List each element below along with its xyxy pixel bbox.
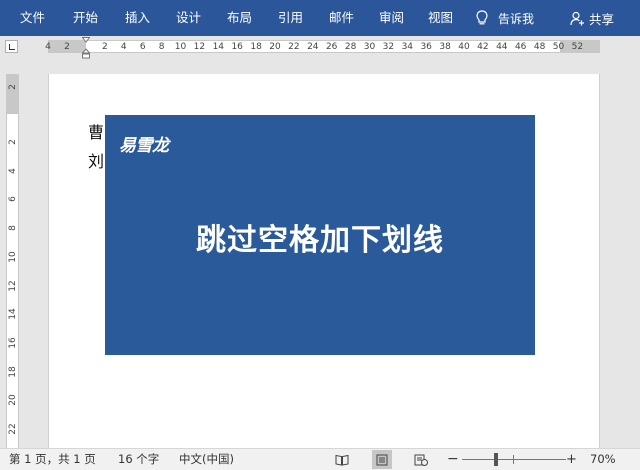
ruler-tick-label: 18 [8, 365, 18, 378]
ruler-tick-label: 38 [439, 42, 451, 52]
ruler-tick-label: 4 [45, 42, 51, 52]
tab-design[interactable]: 设计 [176, 0, 201, 36]
ruler-tick-label: 44 [496, 42, 508, 52]
word-count[interactable]: 16 个字 [118, 449, 159, 470]
ruler-tick-label: 34 [401, 42, 414, 52]
brand-logo: 易雪龙 [119, 136, 169, 156]
zoom-out-button[interactable]: − [447, 449, 459, 470]
ruler-tick-label: 16 [231, 42, 243, 52]
title-banner: 易雪龙 跳过空格加下划线 [105, 115, 535, 355]
ruler-tick-label: 2 [8, 139, 18, 145]
tab-references[interactable]: 引用 [278, 0, 303, 36]
language-indicator[interactable]: 中文(中国) [179, 449, 234, 470]
ruler-tick-label: 28 [344, 42, 357, 52]
zoom-slider[interactable] [462, 459, 566, 460]
ruler-tick-label: 10 [174, 42, 187, 52]
ruler-tick-label: 20 [269, 42, 281, 52]
tab-stop-selector[interactable] [5, 40, 18, 53]
ruler-tick-label: 2 [8, 84, 18, 90]
ruler-tick-label: 30 [363, 42, 376, 52]
web-layout-icon [414, 454, 428, 466]
ruler-tick-label: 52 [571, 42, 584, 52]
page-count[interactable]: 第 1 页，共 1 页 [9, 449, 96, 470]
tab-insert[interactable]: 插入 [125, 0, 150, 36]
ruler-tick-label: 6 [8, 196, 18, 203]
ruler-tick-label: 16 [8, 337, 18, 349]
tab-file[interactable]: 文件 [20, 0, 45, 36]
tell-me-box[interactable]: 告诉我 [476, 0, 534, 36]
ruler-tick-label: 46 [514, 42, 527, 52]
ruler-tick-label: 50 [552, 42, 565, 52]
ruler-tick-label: 10 [8, 251, 18, 263]
print-layout-button[interactable] [372, 450, 392, 469]
ruler-tick-label: 26 [325, 42, 338, 52]
ruler-tick-label: 24 [307, 42, 319, 52]
ruler-tick-label: 4 [8, 167, 18, 174]
ruler-tick-label: 36 [420, 42, 432, 52]
tab-review[interactable]: 审阅 [379, 0, 404, 36]
tab-home[interactable]: 开始 [73, 0, 98, 36]
ruler-tick-label: 12 [8, 279, 18, 292]
ruler-tick-label: 32 [382, 42, 395, 52]
tell-me-label: 告诉我 [498, 11, 535, 26]
banner-headline: 跳过空格加下划线 [196, 223, 444, 258]
document-text-line[interactable]: 曹 [88, 119, 104, 143]
read-mode-button[interactable] [332, 450, 352, 469]
document-text-line[interactable]: 刘 [88, 148, 104, 172]
ruler-tick-label: 40 [458, 42, 470, 52]
ruler-tick-label: 12 [193, 42, 206, 52]
ruler-tick-label: 48 [533, 42, 546, 52]
ruler-tick-label: 22 [8, 423, 18, 435]
ruler-tick-label: 22 [288, 42, 300, 52]
ruler-tick-label: 20 [8, 394, 18, 407]
share-button[interactable]: 共享 [570, 0, 614, 36]
person-add-icon [570, 11, 584, 25]
zoom-level[interactable]: 70% [590, 449, 616, 470]
lightbulb-icon [476, 10, 488, 25]
ruler-tick-label: 2 [64, 42, 70, 52]
ruler-tick-label: 8 [8, 225, 18, 231]
ruler-tick-label: 6 [139, 42, 146, 52]
indent-marker[interactable] [82, 37, 90, 59]
ruler-tick-label: 42 [477, 42, 489, 52]
ruler-tick-label: 4 [120, 42, 127, 52]
ruler-tick-label: 18 [250, 42, 262, 52]
tab-mailings[interactable]: 邮件 [329, 0, 354, 36]
ribbon-tabs-bar: 文件 开始 插入 设计 布局 引用 邮件 审阅 视图 告诉我 共享 [0, 0, 640, 36]
ruler-tick-label: 14 [212, 42, 225, 52]
ruler-tick-label: 14 [8, 308, 18, 320]
ruler-tick-label: 8 [158, 42, 165, 52]
tab-layout[interactable]: 布局 [227, 0, 252, 36]
tab-view[interactable]: 视图 [428, 0, 453, 36]
web-layout-button[interactable] [411, 450, 431, 469]
ruler-tick-label: 2 [102, 42, 108, 52]
zoom-in-button[interactable]: + [566, 449, 577, 470]
status-bar: 第 1 页，共 1 页 16 个字 中文(中国) − + 70% [0, 448, 640, 470]
zoom-slider-thumb[interactable] [494, 453, 498, 466]
read-mode-icon [335, 454, 349, 466]
share-label: 共享 [589, 11, 615, 27]
print-layout-icon [376, 454, 388, 465]
